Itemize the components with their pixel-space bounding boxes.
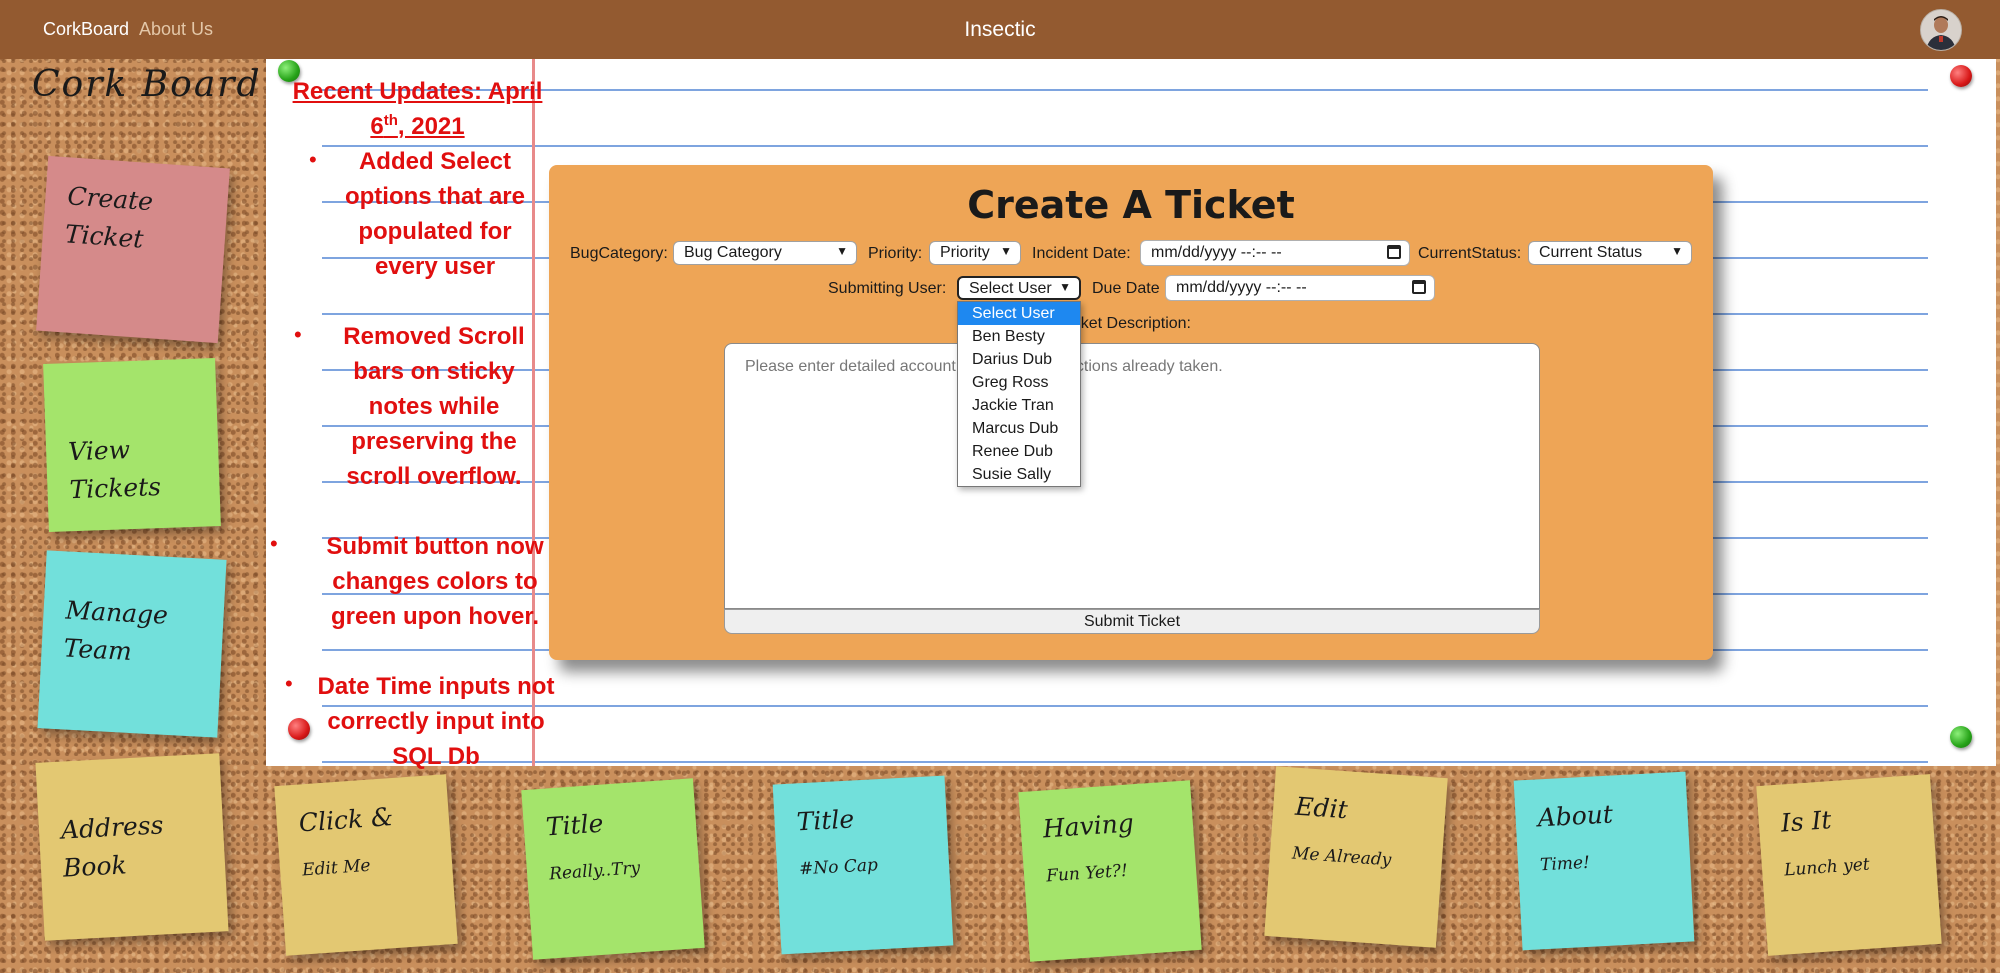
dropdown-option[interactable]: Jackie Tran: [958, 394, 1080, 417]
submitting-user-dropdown: Select User Ben Besty Darius Dub Greg Ro…: [957, 301, 1081, 487]
bottom-sticky-note[interactable]: Edit Me Already: [1264, 766, 1448, 948]
sticky-create-ticket[interactable]: Create Ticket: [36, 155, 230, 344]
bottom-sticky-note[interactable]: Is It Lunch yet: [1756, 774, 1942, 956]
calendar-icon[interactable]: [1412, 280, 1426, 294]
bottom-sticky-note[interactable]: Click & Edit Me: [274, 774, 458, 956]
sticky-label: Manage Team: [62, 595, 169, 666]
chevron-down-icon: ▼: [1059, 280, 1071, 294]
sticky-label: View Tickets: [67, 435, 162, 505]
ticket-description-textarea[interactable]: Please enter detailed account of the bug…: [724, 343, 1540, 609]
calendar-icon[interactable]: [1387, 245, 1401, 259]
top-navbar: CorkBoard About Us Insectic: [0, 0, 2000, 59]
submitting-user-label: Submitting User:: [828, 280, 947, 297]
dropdown-option[interactable]: Susie Sally: [958, 463, 1080, 486]
dropdown-option[interactable]: Select User: [958, 302, 1080, 325]
red-pushpin-icon: [1950, 65, 1972, 87]
bullet-icon: •: [294, 322, 302, 347]
dropdown-option[interactable]: Darius Dub: [958, 348, 1080, 371]
bullet-icon: •: [285, 671, 293, 696]
update-item: Added Select options that are populated …: [344, 148, 525, 280]
dropdown-option[interactable]: Renee Dub: [958, 440, 1080, 463]
dropdown-option[interactable]: Ben Besty: [958, 325, 1080, 348]
dropdown-option[interactable]: Greg Ross: [958, 371, 1080, 394]
bottom-sticky-note[interactable]: Title Really..Try: [521, 778, 705, 960]
current-status-select[interactable]: Current Status ▼: [1528, 241, 1692, 265]
sticky-address-book[interactable]: Address Book: [35, 753, 229, 941]
chevron-down-icon: ▼: [836, 244, 848, 258]
submitting-user-select[interactable]: Select User ▼: [957, 276, 1081, 300]
chevron-down-icon: ▼: [1000, 244, 1012, 258]
update-item: Date Time inputs not correctly input int…: [317, 673, 555, 770]
avatar-person-icon: [1921, 10, 1961, 50]
current-status-label: CurrentStatus:: [1418, 245, 1522, 262]
corkboard-title: Cork Board: [32, 64, 262, 105]
due-date-input[interactable]: mm/dd/yyyy --:-- --: [1165, 275, 1435, 301]
bottom-sticky-note[interactable]: About Time!: [1513, 771, 1695, 951]
sticky-label: Address Book: [60, 810, 165, 883]
sticky-label: Create Ticket: [63, 181, 155, 254]
dropdown-option[interactable]: Marcus Dub: [958, 417, 1080, 440]
recent-updates-heading: Recent Updates: April 6th, 2021: [292, 78, 543, 140]
sticky-manage-team[interactable]: Manage Team: [37, 550, 227, 738]
bottom-sticky-note[interactable]: Title #No Cap: [772, 775, 954, 955]
green-pushpin-icon: [1950, 726, 1972, 748]
bullet-icon: •: [270, 531, 278, 556]
sticky-view-tickets[interactable]: View Tickets: [43, 358, 221, 532]
incident-date-input[interactable]: mm/dd/yyyy --:-- --: [1140, 240, 1410, 266]
form-title: Create A Ticket: [967, 183, 1295, 227]
submit-ticket-button[interactable]: Submit Ticket: [724, 609, 1540, 634]
red-pushpin-icon: [288, 718, 310, 740]
chevron-down-icon: ▼: [1671, 244, 1683, 258]
update-item: Removed Scroll bars on sticky notes whil…: [343, 323, 525, 490]
app-title: Insectic: [964, 18, 1036, 41]
bullet-icon: •: [309, 147, 317, 172]
incident-date-label: Incident Date:: [1032, 245, 1131, 262]
user-avatar[interactable]: [1920, 9, 1962, 51]
update-item: Submit button now changes colors to gree…: [326, 533, 544, 630]
bug-category-select[interactable]: Bug Category ▼: [673, 241, 857, 265]
priority-label: Priority:: [868, 245, 923, 262]
priority-select[interactable]: Priority ▼: [929, 241, 1021, 265]
bug-category-label: BugCategory:: [570, 245, 668, 262]
due-date-label: Due Date: [1092, 280, 1160, 297]
bottom-sticky-note[interactable]: Having Fun Yet?!: [1018, 780, 1202, 962]
